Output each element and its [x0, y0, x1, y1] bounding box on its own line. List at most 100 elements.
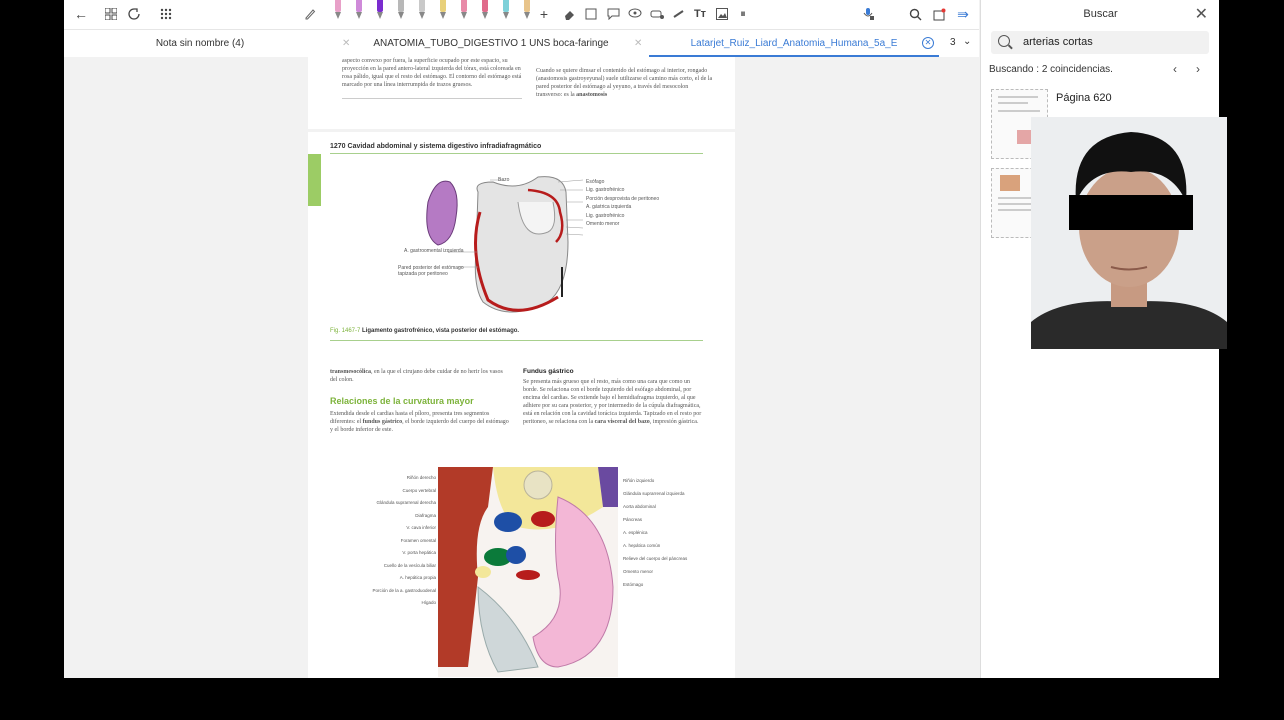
label: Omento menor [623, 569, 654, 574]
pen-tool-icon[interactable] [333, 0, 343, 22]
figure-abdominal-section [438, 467, 618, 677]
comment-icon[interactable] [604, 5, 622, 23]
eraser-icon[interactable] [560, 5, 578, 23]
link-icon[interactable] [669, 5, 687, 23]
label: Foramen omental [400, 537, 436, 543]
pen-tool-icon[interactable] [417, 0, 427, 22]
col2-bold: cara visceral del bazo [594, 419, 650, 425]
next-result-icon[interactable]: › [1196, 62, 1200, 76]
label: Hígado [421, 600, 436, 605]
label: Omento menor [586, 221, 620, 228]
label: Aorta abdominal [623, 504, 656, 509]
more-tools-icon[interactable]: ⏸ [734, 5, 752, 23]
previous-result-icon[interactable]: ‹ [1173, 62, 1177, 76]
search-icon [998, 35, 1010, 47]
label: Esófago [586, 179, 605, 185]
pencil-tool-icon[interactable] [301, 5, 319, 23]
text-tool-icon[interactable]: Tт [691, 5, 709, 23]
back-arrow-icon[interactable]: ← [72, 5, 90, 23]
close-tab-icon[interactable]: ✕ [922, 37, 934, 49]
label: Riñón derecho [406, 475, 436, 480]
pen-tool-icon[interactable] [501, 0, 511, 22]
label: Diafragma [415, 512, 436, 518]
tab-bar: Nota sin nombre (4) ✕ ANATOMIA_TUBO_DIGE… [64, 29, 979, 58]
shape-tool-icon[interactable] [582, 5, 600, 23]
page-text-right-bold: anastomosis [576, 92, 608, 98]
page-header: 1270 Cavidad abdominal y sistema digesti… [330, 143, 542, 150]
col2-body-2: , impresión gástrica. [649, 419, 699, 425]
share-icon[interactable] [125, 5, 143, 23]
pen-tool-icon[interactable] [375, 0, 385, 22]
column2-text: Se presenta más grueso que el resto, más… [523, 378, 703, 426]
page-text-left: aspecto convexo por fuera, la superficie… [342, 58, 522, 88]
col1-bold: transmesocólica [330, 369, 371, 375]
figure1-label-left-1: A. gastroomental izquierda [404, 248, 464, 254]
tab-label: Nota sin nombre (4) [155, 38, 245, 49]
tab-label: ANATOMIA_TUBO_DIGESTIVO 1 UNS boca-farin… [373, 38, 609, 49]
label: Estómago [623, 582, 644, 587]
grid-view-icon[interactable] [102, 5, 120, 23]
pen-tool-icon[interactable] [396, 0, 406, 22]
figure1-caption: Fig. 1467-7 Ligamento gastrofrénico, vis… [330, 328, 519, 334]
column1-text: transmesocólica, en la que el cirujano d… [330, 368, 510, 384]
chevron-down-icon[interactable]: ⌄ [963, 36, 971, 47]
caption-number: Fig. 1467-7 [330, 328, 361, 334]
panel-title: Buscar [1083, 8, 1118, 20]
figure1-label-spleen: Bazo [498, 177, 510, 183]
pen-tool-icon[interactable] [522, 0, 532, 22]
tab-count[interactable]: 3 [950, 37, 956, 48]
header-rule [330, 153, 703, 154]
label: Glándula suprarrenal izquierda [623, 491, 685, 496]
label: Lig. gastrofrénico [586, 212, 625, 219]
search-icon[interactable] [906, 5, 924, 23]
pen-tool-icon[interactable] [354, 0, 364, 22]
search-status: Buscando : 2 coincidencias. [989, 64, 1113, 75]
label: A. gástrica izquierda [586, 204, 632, 211]
label: Relieve del cuerpo del páncreas [623, 556, 688, 561]
label: Cuello de la vesícula biliar [383, 562, 436, 568]
label: A. esplénica [623, 530, 648, 535]
figure2-labels-left: Riñón derecho Cuerpo vertebral Glándula … [358, 472, 436, 610]
search-input[interactable]: arterias cortas [991, 31, 1209, 54]
label: Riñón izquierdo [623, 478, 655, 483]
laser-pointer-icon[interactable] [648, 5, 666, 23]
page-text-right-body: Cuando se quiere dimsar el contenido del… [536, 68, 713, 98]
divider [342, 98, 522, 99]
label: Porción desprovista de peritoneo [586, 195, 660, 202]
tab-latarjet[interactable]: Latarjet_Ruiz_Liard_Anatomia_Humana_5a_E [649, 30, 939, 57]
pen-tool-icon[interactable] [480, 0, 490, 22]
add-pen-icon[interactable]: + [535, 5, 553, 23]
microphone-icon[interactable] [859, 5, 877, 23]
label: A. hepática común [623, 543, 661, 548]
image-tool-icon[interactable] [713, 5, 731, 23]
figure2-labels-right: Riñón izquierdo Glándula suprarrenal izq… [623, 474, 695, 591]
document-viewer[interactable]: aspecto convexo por fuera, la superficie… [64, 57, 979, 678]
pen-tool-icon[interactable] [438, 0, 448, 22]
censor-bar [1069, 195, 1193, 230]
label: Lig. gastrofrénico [586, 187, 625, 194]
close-tab-icon[interactable]: ✕ [634, 38, 642, 49]
page-text-right: Cuando se quiere dimsar el contenido del… [536, 67, 714, 99]
label: V. porta hepática [402, 550, 436, 555]
caption-rule [330, 340, 703, 341]
tab-anatomia[interactable]: ANATOMIA_TUBO_DIGESTIVO 1 UNS boca-farin… [348, 30, 634, 57]
caption-text: Ligamento gastrofrénico, vista posterior… [362, 328, 520, 334]
chapter-marker [308, 154, 321, 206]
close-icon[interactable]: ✕ [1195, 4, 1208, 24]
col2-heading: Fundus gástrico [523, 368, 574, 375]
label: V. cava inferior [406, 525, 436, 530]
figure1-labels-right: Esófago Lig. gastrofrénico Porción despr… [586, 178, 676, 228]
search-query: arterias cortas [1023, 36, 1093, 48]
tab-nota[interactable]: Nota sin nombre (4) [64, 30, 336, 57]
lasso-icon[interactable] [626, 5, 644, 23]
label: Páncreas [623, 517, 643, 522]
section-bold: fundus gástrico [362, 419, 403, 425]
label: Cuerpo vertebral [402, 487, 436, 493]
search-result-label[interactable]: Página 620 [1056, 92, 1112, 104]
pen-tool-icon[interactable] [459, 0, 469, 22]
apps-grid-icon[interactable] [157, 5, 175, 23]
notifications-icon[interactable] [930, 5, 948, 23]
panel-toggle-icon[interactable]: ⇛ [954, 5, 972, 23]
figure1-label-left-2: Pared posterior del estómago tapizada po… [398, 265, 464, 277]
page-partial: aspecto convexo por fuera, la superficie… [308, 57, 735, 129]
